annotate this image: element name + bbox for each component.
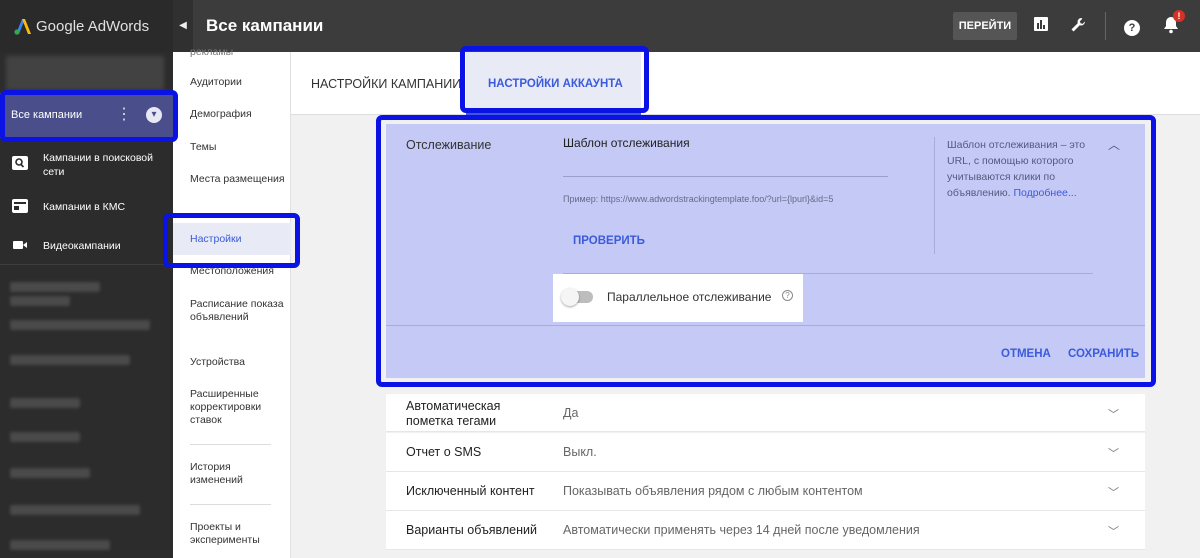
chevron-down-icon[interactable]: ﹀	[1108, 406, 1119, 422]
submenu-item-demographics[interactable]: Демография	[190, 108, 286, 121]
parallel-tracking-setting: Параллельное отслеживание ?	[553, 274, 803, 322]
header-divider	[1105, 12, 1106, 40]
panel-footer-divider	[386, 325, 1145, 326]
blurred-list-item	[10, 540, 110, 550]
tracking-help-text: Шаблон отслеживания – это URL, с помощью…	[947, 137, 1107, 201]
blurred-list-item	[10, 355, 130, 365]
submenu-item-audiences[interactable]: Аудитории	[190, 76, 286, 89]
submenu-item-topics[interactable]: Темы	[190, 141, 286, 154]
blurred-list-item	[10, 296, 70, 306]
settings-row-sms-report[interactable]: Отчет о SMS Выкл. ﹀	[386, 433, 1145, 472]
tracking-panel: Отслеживание Шаблон отслеживания Пример:…	[386, 124, 1145, 378]
verify-button[interactable]: ПРОВЕРИТЬ	[573, 235, 645, 247]
blurred-list-item	[10, 320, 150, 330]
learn-more-link[interactable]: Подробнее...	[1013, 187, 1076, 199]
tracking-template-underline	[563, 176, 888, 177]
submenu-item-drafts-experiments[interactable]: Проекты и эксперименты	[190, 521, 286, 547]
tracking-template-example: Пример: https://www.adwordstrackingtempl…	[563, 194, 834, 204]
chevron-down-icon[interactable]: ▾	[146, 107, 162, 123]
setting-name: Автоматическая пометка тегами	[406, 399, 501, 428]
submenu-item-partial[interactable]: рекламы	[190, 46, 286, 59]
setting-value: Автоматически применять через 14 дней по…	[563, 523, 920, 537]
help-icon[interactable]: ?	[782, 290, 793, 301]
chevron-down-icon[interactable]: ﹀	[1108, 445, 1119, 461]
tab-label: НАСТРОЙКИ АККАУНТА	[488, 78, 623, 90]
submenu-item-locations[interactable]: Местоположения	[190, 265, 286, 278]
page-title: Все кампании	[206, 16, 324, 35]
submenu-item-settings[interactable]: Настройки	[173, 223, 291, 255]
settings-row-ad-variations[interactable]: Варианты объявлений Автоматически примен…	[386, 511, 1145, 550]
logo-area[interactable]: Google AdWords	[0, 0, 173, 52]
submenu-item-label: Настройки	[190, 233, 242, 245]
reports-icon[interactable]	[1031, 16, 1051, 36]
submenu-divider	[190, 504, 271, 505]
submenu-item-change-history[interactable]: История изменений	[190, 461, 286, 487]
tab-campaign-settings[interactable]: НАСТРОЙКИ КАМПАНИИ	[311, 77, 461, 91]
setting-value: Да	[563, 406, 579, 420]
settings-tab-bar: НАСТРОЙКИ КАМПАНИИ НАСТРОЙКИ АККАУНТА	[291, 52, 1200, 115]
all-campaigns-item[interactable]: Все кампании ⋮ ▾	[0, 93, 173, 138]
goto-button[interactable]: ПЕРЕЙТИ	[953, 12, 1017, 40]
sidebar-divider	[0, 264, 173, 265]
setting-name: Отчет о SMS	[406, 445, 482, 459]
app-name: Google AdWords	[36, 18, 150, 35]
sidebar-item-label: Видеокампании	[43, 240, 121, 252]
blurred-list-item	[10, 432, 80, 442]
chevron-up-icon[interactable]: ︿	[1108, 136, 1120, 153]
campaign-submenu: рекламы Аудитории Демография Темы Места …	[173, 46, 291, 558]
toggle-knob[interactable]	[561, 288, 579, 306]
blurred-list-item	[10, 468, 90, 478]
top-header: ◀ Все кампании ПЕРЕЙТИ ? !	[173, 0, 1200, 52]
sidebar-item-search-campaigns[interactable]: Кампании в поисковой сети	[0, 145, 173, 183]
adwords-logo-icon	[14, 19, 31, 35]
more-options-icon[interactable]: ⋮	[116, 105, 132, 125]
blurred-list-item	[10, 282, 100, 292]
sidebar-item-label: Кампании в КМС	[43, 201, 126, 213]
sidebar-item-display-campaigns[interactable]: Кампании в КМС	[0, 188, 173, 226]
all-campaigns-label: Все кампании	[11, 109, 83, 121]
chevron-down-icon[interactable]: ﹀	[1108, 484, 1119, 500]
blurred-list-item	[10, 398, 80, 408]
video-icon	[12, 238, 28, 252]
notification-badge: !	[1173, 10, 1185, 22]
tracking-template-field[interactable]: Шаблон отслеживания	[563, 136, 690, 150]
tab-account-settings[interactable]: НАСТРОЙКИ АККАУНТА	[466, 52, 641, 115]
tracking-section-label: Отслеживание	[406, 138, 492, 152]
submenu-item-devices[interactable]: Устройства	[190, 356, 286, 369]
submenu-item-ad-schedule[interactable]: Расписание показа объявлений	[190, 298, 286, 324]
wrench-icon[interactable]	[1068, 16, 1088, 36]
setting-name: Варианты объявлений	[406, 523, 538, 537]
collapse-sidebar-icon[interactable]: ◀	[173, 0, 193, 52]
setting-name: Исключенный контент	[406, 484, 535, 498]
submenu-item-advanced-bid-adj[interactable]: Расширенные корректировки ставок	[190, 388, 286, 427]
help-icon[interactable]: ?	[1122, 16, 1142, 36]
settings-row-excluded-content[interactable]: Исключенный контент Показывать объявлени…	[386, 472, 1145, 511]
cancel-button[interactable]: ОТМЕНА	[1001, 348, 1051, 360]
display-icon	[12, 199, 28, 213]
settings-row-auto-tagging[interactable]: Автоматическая пометка тегами Да ﹀	[386, 394, 1145, 432]
sidebar-item-label: Кампании в поисковой сети	[43, 152, 153, 178]
submenu-divider	[190, 444, 271, 445]
setting-value: Выкл.	[563, 445, 597, 459]
left-sidebar: Google AdWords Все кампании ⋮ ▾ Кампании…	[0, 0, 173, 558]
chevron-down-icon[interactable]: ﹀	[1108, 523, 1119, 539]
submenu-item-placements[interactable]: Места размещения	[190, 173, 286, 186]
save-button[interactable]: СОХРАНИТЬ	[1068, 348, 1139, 360]
panel-vertical-divider	[934, 137, 935, 254]
setting-value: Показывать объявления рядом с любым конт…	[563, 484, 863, 498]
sidebar-item-video-campaigns[interactable]: Видеокампании	[0, 227, 173, 265]
blurred-list-item	[10, 505, 140, 515]
account-selector[interactable]	[6, 56, 164, 90]
search-icon	[12, 156, 28, 170]
parallel-tracking-label: Параллельное отслеживание	[607, 290, 772, 304]
